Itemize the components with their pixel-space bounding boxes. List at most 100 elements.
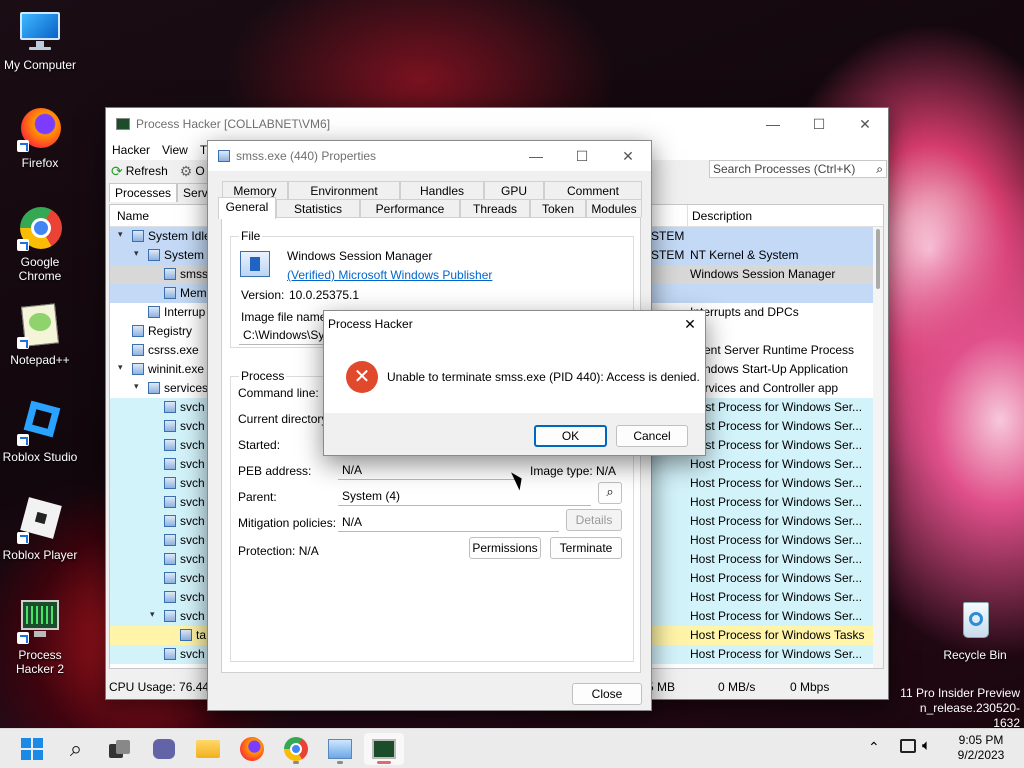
desktop-icon-process-hacker[interactable]: Process Hacker 2: [0, 598, 80, 676]
desktop-icon-notepadpp[interactable]: Notepad++: [0, 303, 80, 367]
vertical-scrollbar[interactable]: [873, 227, 883, 668]
task-view-button[interactable]: [100, 733, 140, 765]
menu-hacker[interactable]: Hacker: [106, 143, 156, 157]
firefox-taskbar-button[interactable]: [232, 733, 272, 765]
firefox-icon: [240, 737, 264, 761]
tab-performance[interactable]: Performance: [360, 199, 460, 217]
network-icon[interactable]: [900, 739, 916, 753]
publisher-link[interactable]: (Verified) Microsoft Windows Publisher: [287, 268, 492, 282]
tab-modules[interactable]: Modules: [586, 199, 642, 217]
desktop-icon-roblox-studio[interactable]: Roblox Studio: [0, 400, 80, 464]
clock[interactable]: 9:05 PM 9/2/2023: [950, 733, 1012, 763]
peb-address-field[interactable]: N/A: [338, 460, 521, 480]
expand-toggle-icon[interactable]: ▾: [134, 381, 139, 392]
menu-view[interactable]: View: [156, 143, 194, 157]
window-title: Process Hacker [COLLABNET\VM6]: [136, 117, 331, 131]
clock-date: 9/2/2023: [957, 748, 1005, 762]
details-button[interactable]: Details: [566, 509, 622, 531]
io-usage: 0 MB/s: [718, 680, 756, 694]
desktop-icon-roblox-player[interactable]: Roblox Player: [0, 497, 80, 562]
terminate-button[interactable]: Terminate: [550, 537, 622, 559]
ok-button[interactable]: OK: [534, 425, 607, 447]
tab-comment[interactable]: Comment: [544, 181, 642, 199]
process-name: smss: [164, 267, 208, 281]
close-button[interactable]: ✕: [605, 140, 651, 172]
current-directory-label: Current directory:: [238, 412, 331, 426]
process-description: Host Process for Windows Ser...: [690, 533, 863, 547]
tab-general[interactable]: General: [218, 197, 276, 219]
chrome-taskbar-button[interactable]: [276, 733, 316, 765]
desktop-icon-chrome[interactable]: Google Chrome: [0, 205, 80, 283]
process-description: Host Process for Windows Ser...: [690, 552, 863, 566]
maximize-button[interactable]: ☐: [796, 108, 842, 140]
process-hacker-taskbar-button[interactable]: [364, 733, 404, 765]
expand-toggle-icon[interactable]: ▾: [134, 248, 139, 259]
refresh-button[interactable]: ⟳ Refresh: [111, 163, 168, 180]
maximize-button[interactable]: ☐: [559, 140, 605, 172]
title-bar[interactable]: Process Hacker [COLLABNET\VM6] — ☐ ✕: [106, 108, 888, 140]
search-icon: ⌕: [69, 736, 83, 761]
search-button[interactable]: ⌕: [56, 733, 96, 765]
column-description[interactable]: Description: [692, 209, 752, 223]
parent-search-button[interactable]: ⌕: [598, 482, 622, 504]
tab-handles[interactable]: Handles: [400, 181, 484, 199]
desktop-icon-my-computer[interactable]: My Computer: [0, 8, 80, 72]
image-type: Image type: N/A: [530, 464, 617, 478]
process-icon: [164, 287, 176, 299]
minimize-button[interactable]: —: [750, 108, 796, 140]
notepadpp-icon: [17, 303, 63, 349]
process-name: svch: [164, 514, 205, 528]
scrollbar-thumb[interactable]: [876, 229, 880, 289]
close-button[interactable]: ✕: [842, 108, 888, 140]
cancel-button[interactable]: Cancel: [616, 425, 688, 447]
process-hacker-icon: [17, 598, 63, 644]
volume-icon[interactable]: 🔈︎: [922, 737, 931, 754]
tab-environment[interactable]: Environment: [288, 181, 400, 199]
start-button[interactable]: [12, 733, 52, 765]
file-icon: [240, 251, 270, 277]
tab-gpu[interactable]: GPU: [484, 181, 544, 199]
mitigation-policies-field[interactable]: N/A: [338, 512, 559, 532]
process-description: Interrupts and DPCs: [690, 305, 799, 319]
process-description: Host Process for Windows Ser...: [690, 609, 863, 623]
desktop-icon-recycle-bin[interactable]: Recycle Bin: [935, 598, 1015, 662]
column-name[interactable]: Name: [117, 209, 149, 223]
recycle-bin-icon: [952, 598, 998, 644]
process-name: svch: [164, 609, 205, 623]
desktop-icon-firefox[interactable]: Firefox: [0, 106, 80, 170]
permissions-button[interactable]: Permissions: [469, 537, 541, 559]
dialog-title-bar[interactable]: Process Hacker ✕: [324, 311, 705, 337]
tab-token[interactable]: Token: [530, 199, 586, 217]
process-name: svch: [164, 571, 205, 585]
process-name: services: [148, 381, 208, 395]
minimize-button[interactable]: —: [513, 140, 559, 172]
process-description: Host Process for Windows Ser...: [690, 495, 863, 509]
expand-toggle-icon[interactable]: ▾: [118, 362, 123, 373]
parent-field[interactable]: System (4): [338, 486, 591, 506]
options-button[interactable]: ⚙ O: [180, 163, 205, 180]
process-icon: [164, 515, 176, 527]
close-properties-button[interactable]: Close: [572, 683, 642, 705]
mitigation-policies-label: Mitigation policies:: [238, 516, 337, 530]
process-description: Host Process for Windows Ser...: [690, 514, 863, 528]
expand-toggle-icon[interactable]: ▾: [150, 609, 155, 620]
chevron-up-icon[interactable]: ⌃: [868, 739, 880, 756]
tab-threads[interactable]: Threads: [460, 199, 530, 217]
tab-statistics[interactable]: Statistics: [276, 199, 360, 217]
running-indicator: [293, 761, 299, 764]
process-description: Windows Session Manager: [690, 267, 836, 281]
search-input[interactable]: Search Processes (Ctrl+K) ⌕: [709, 160, 887, 178]
tab-processes[interactable]: Processes: [109, 183, 178, 202]
process-icon: [164, 648, 176, 660]
expand-toggle-icon[interactable]: ▾: [118, 229, 123, 240]
file-explorer-button[interactable]: [188, 733, 228, 765]
desktop-icon-label: Roblox Player: [2, 548, 78, 562]
task-manager-taskbar-button[interactable]: [320, 733, 360, 765]
process-name: System Idle: [132, 229, 211, 243]
process-name: Interrup: [148, 305, 205, 319]
properties-title-bar[interactable]: smss.exe (440) Properties — ☐ ✕: [208, 141, 651, 171]
version-value: 10.0.25375.1: [289, 288, 360, 302]
process-icon: [164, 458, 176, 470]
close-icon[interactable]: ✕: [675, 316, 705, 333]
chat-button[interactable]: [144, 733, 184, 765]
